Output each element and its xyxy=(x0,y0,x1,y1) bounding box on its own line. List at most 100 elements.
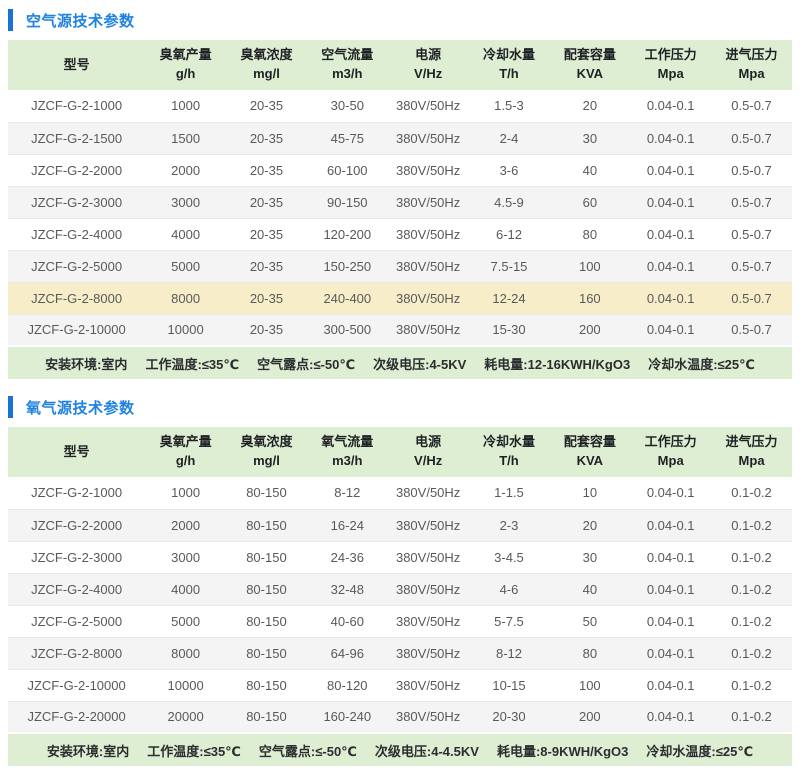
value-cell: 380V/50Hz xyxy=(388,282,469,314)
value-cell: 380V/50Hz xyxy=(388,637,469,669)
footnote-item: 空气露点:≤-50℃ xyxy=(259,744,357,759)
value-cell: 80-150 xyxy=(226,701,307,733)
value-cell: 240-400 xyxy=(307,282,388,314)
column-header: 冷却水量T/h xyxy=(469,427,550,477)
value-cell: 2000 xyxy=(145,509,226,541)
value-cell: 0.1-0.2 xyxy=(711,637,792,669)
section-title-text: 氧气源技术参数 xyxy=(26,397,135,418)
model-cell: JZCF-G-2-3000 xyxy=(8,186,145,218)
value-cell: 0.04-0.1 xyxy=(630,541,711,573)
section-title-oxygen: 氧气源技术参数 xyxy=(8,395,792,419)
model-cell: JZCF-G-2-2000 xyxy=(8,509,145,541)
model-cell: JZCF-G-2-5000 xyxy=(8,605,145,637)
column-header: 进气压力Mpa xyxy=(711,40,792,90)
table-row: JZCF-G-2-3000300080-15024-36380V/50Hz3-4… xyxy=(8,541,792,573)
column-header: 配套容量KVA xyxy=(549,40,630,90)
value-cell: 20-35 xyxy=(226,122,307,154)
value-cell: 0.1-0.2 xyxy=(711,669,792,701)
value-cell: 20 xyxy=(549,90,630,122)
value-cell: 1-1.5 xyxy=(469,477,550,509)
value-cell: 64-96 xyxy=(307,637,388,669)
footnote-item: 冷却水温度:≤25℃ xyxy=(648,357,755,372)
value-cell: 20-30 xyxy=(469,701,550,733)
value-cell: 3000 xyxy=(145,541,226,573)
value-cell: 24-36 xyxy=(307,541,388,573)
value-cell: 0.04-0.1 xyxy=(630,605,711,637)
value-cell: 0.04-0.1 xyxy=(630,701,711,733)
footnote-item: 安装环境:室内 xyxy=(45,357,127,372)
value-cell: 0.5-0.7 xyxy=(711,186,792,218)
table-footnotes: 安装环境:室内工作温度:≤35℃空气露点:≤-50℃次级电压:4-4.5KV耗电… xyxy=(8,733,792,766)
table-row: JZCF-G-2-1500150020-3545-75380V/50Hz2-43… xyxy=(8,122,792,154)
value-cell: 0.5-0.7 xyxy=(711,218,792,250)
table-row: JZCF-G-2-8000800020-35240-400380V/50Hz12… xyxy=(8,282,792,314)
footnote-item: 次级电压:4-4.5KV xyxy=(375,744,479,759)
value-cell: 80 xyxy=(549,637,630,669)
model-cell: JZCF-G-2-10000 xyxy=(8,314,145,346)
value-cell: 4000 xyxy=(145,218,226,250)
model-cell: JZCF-G-2-1500 xyxy=(8,122,145,154)
value-cell: 45-75 xyxy=(307,122,388,154)
value-cell: 0.5-0.7 xyxy=(711,154,792,186)
value-cell: 5000 xyxy=(145,605,226,637)
value-cell: 0.5-0.7 xyxy=(711,250,792,282)
table-row: JZCF-G-2-5000500020-35150-250380V/50Hz7.… xyxy=(8,250,792,282)
value-cell: 120-200 xyxy=(307,218,388,250)
value-cell: 0.5-0.7 xyxy=(711,90,792,122)
value-cell: 380V/50Hz xyxy=(388,218,469,250)
value-cell: 380V/50Hz xyxy=(388,573,469,605)
footnotes-cell: 安装环境:室内工作温度:≤35℃空气露点:≤-50℃次级电压:4-5KV耗电量:… xyxy=(8,346,792,379)
table-body: JZCF-G-2-1000100080-1508-12380V/50Hz1-1.… xyxy=(8,477,792,733)
table-row: JZCF-G-2-2000200080-15016-24380V/50Hz2-3… xyxy=(8,509,792,541)
value-cell: 40 xyxy=(549,154,630,186)
column-header: 氧气流量m3/h xyxy=(307,427,388,477)
table-row: JZCF-G-2-2000200020-3560-100380V/50Hz3-6… xyxy=(8,154,792,186)
value-cell: 10000 xyxy=(145,314,226,346)
value-cell: 380V/50Hz xyxy=(388,669,469,701)
value-cell: 3000 xyxy=(145,186,226,218)
value-cell: 5000 xyxy=(145,250,226,282)
value-cell: 100 xyxy=(549,669,630,701)
value-cell: 80-150 xyxy=(226,605,307,637)
value-cell: 90-150 xyxy=(307,186,388,218)
value-cell: 0.04-0.1 xyxy=(630,122,711,154)
value-cell: 160 xyxy=(549,282,630,314)
value-cell: 380V/50Hz xyxy=(388,154,469,186)
value-cell: 20-35 xyxy=(226,186,307,218)
footnote-item: 工作温度:≤35℃ xyxy=(147,744,241,759)
model-cell: JZCF-G-2-20000 xyxy=(8,701,145,733)
value-cell: 0.1-0.2 xyxy=(711,541,792,573)
value-cell: 10 xyxy=(549,477,630,509)
model-cell: JZCF-G-2-8000 xyxy=(8,282,145,314)
model-cell: JZCF-G-2-4000 xyxy=(8,573,145,605)
value-cell: 5-7.5 xyxy=(469,605,550,637)
value-cell: 0.04-0.1 xyxy=(630,154,711,186)
value-cell: 4-6 xyxy=(469,573,550,605)
value-cell: 80-150 xyxy=(226,669,307,701)
value-cell: 80 xyxy=(549,218,630,250)
value-cell: 50 xyxy=(549,605,630,637)
value-cell: 200 xyxy=(549,701,630,733)
value-cell: 380V/50Hz xyxy=(388,122,469,154)
value-cell: 0.1-0.2 xyxy=(711,573,792,605)
column-header: 型号 xyxy=(8,40,145,90)
value-cell: 200 xyxy=(549,314,630,346)
section-title-text: 空气源技术参数 xyxy=(26,10,135,31)
value-cell: 0.5-0.7 xyxy=(711,282,792,314)
value-cell: 16-24 xyxy=(307,509,388,541)
value-cell: 380V/50Hz xyxy=(388,509,469,541)
value-cell: 0.04-0.1 xyxy=(630,186,711,218)
value-cell: 0.04-0.1 xyxy=(630,90,711,122)
column-header: 工作压力Mpa xyxy=(630,427,711,477)
value-cell: 30 xyxy=(549,541,630,573)
value-cell: 4.5-9 xyxy=(469,186,550,218)
value-cell: 80-150 xyxy=(226,637,307,669)
oxygen-source-spec-table: 型号臭氧产量g/h臭氧浓度mg/l氧气流量m3/h电源V/Hz冷却水量T/h配套… xyxy=(8,427,792,766)
value-cell: 6-12 xyxy=(469,218,550,250)
value-cell: 7.5-15 xyxy=(469,250,550,282)
title-accent-bar xyxy=(8,9,13,31)
table-header: 型号臭氧产量g/h臭氧浓度mg/l空气流量m3/h电源V/Hz冷却水量T/h配套… xyxy=(8,40,792,90)
value-cell: 20-35 xyxy=(226,218,307,250)
model-cell: JZCF-G-2-1000 xyxy=(8,477,145,509)
table-row: JZCF-G-2-100001000020-35300-500380V/50Hz… xyxy=(8,314,792,346)
